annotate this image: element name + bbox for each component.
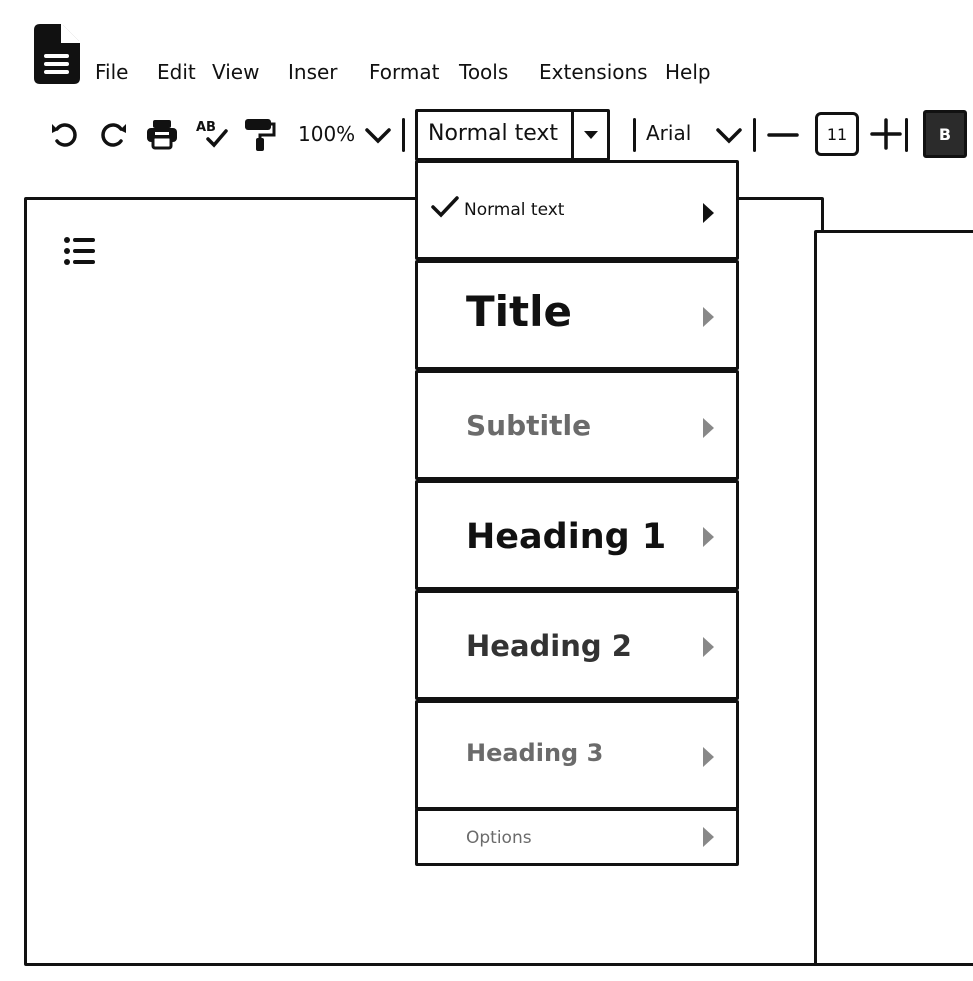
document-page[interactable] <box>814 230 973 966</box>
toolbar-divider <box>753 118 756 152</box>
submenu-arrow-icon <box>703 527 714 547</box>
menu-file[interactable]: File <box>95 60 128 84</box>
menu-extensions[interactable]: Extensions <box>539 60 648 84</box>
font-chevron-down-icon[interactable] <box>714 122 744 148</box>
increase-font-size-icon[interactable] <box>869 116 903 152</box>
style-option-label: Heading 3 <box>466 739 604 767</box>
style-option-normal-text[interactable]: Normal text <box>415 160 739 260</box>
menu-tools[interactable]: Tools <box>459 60 508 84</box>
style-option-heading-1[interactable]: Heading 1 <box>415 480 739 590</box>
undo-icon[interactable] <box>46 116 82 152</box>
menu-help[interactable]: Help <box>665 60 711 84</box>
style-option-label: Heading 1 <box>466 517 667 557</box>
style-option-label: Subtitle <box>466 409 592 442</box>
caret-down-icon <box>583 131 598 139</box>
menu-view[interactable]: View <box>212 60 259 84</box>
zoom-value[interactable]: 100% <box>298 122 355 146</box>
menu-insert[interactable]: Inser <box>288 60 338 84</box>
style-option-label: Title <box>466 287 573 336</box>
menu-format[interactable]: Format <box>369 60 439 84</box>
submenu-arrow-icon <box>703 637 714 657</box>
style-option-heading-3[interactable]: Heading 3 <box>415 700 739 810</box>
font-size-input[interactable]: 11 <box>815 112 859 156</box>
style-option-label: Heading 2 <box>466 629 632 663</box>
menu-edit[interactable]: Edit <box>157 60 196 84</box>
style-option-label: Options <box>466 828 532 848</box>
submenu-arrow-icon <box>703 747 714 767</box>
toolbar-divider <box>633 118 636 152</box>
docs-logo-icon[interactable] <box>32 22 82 86</box>
checkmark-icon <box>431 196 459 218</box>
redo-icon[interactable] <box>96 116 132 152</box>
bold-button[interactable]: B <box>923 110 967 158</box>
outline-list-icon[interactable] <box>62 234 98 268</box>
style-dropdown-arrow[interactable] <box>571 112 607 158</box>
paint-format-icon[interactable] <box>241 116 277 152</box>
paragraph-style-menu: Normal text Title Subtitle Heading 1 Hea… <box>415 160 739 868</box>
submenu-arrow-icon <box>703 307 714 327</box>
spellcheck-glyph: AB <box>196 120 216 135</box>
toolbar-divider <box>402 118 405 152</box>
paragraph-style-value: Normal text <box>428 121 559 146</box>
font-family-value[interactable]: Arial <box>646 121 691 145</box>
decrease-font-size-icon[interactable] <box>766 122 800 148</box>
style-option-title[interactable]: Title <box>415 260 739 370</box>
style-option-heading-2[interactable]: Heading 2 <box>415 590 739 700</box>
zoom-chevron-down-icon[interactable] <box>364 122 392 148</box>
spellcheck-icon[interactable]: AB <box>194 116 230 152</box>
submenu-arrow-icon <box>703 203 714 223</box>
submenu-arrow-icon <box>703 418 714 438</box>
submenu-arrow-icon <box>703 827 714 847</box>
style-option-subtitle[interactable]: Subtitle <box>415 370 739 480</box>
toolbar-divider <box>905 118 908 152</box>
print-icon[interactable] <box>144 116 180 152</box>
style-option-label: Normal text <box>464 200 565 220</box>
style-option-options[interactable]: Options <box>415 808 739 866</box>
paragraph-style-select[interactable]: Normal text <box>415 109 610 161</box>
